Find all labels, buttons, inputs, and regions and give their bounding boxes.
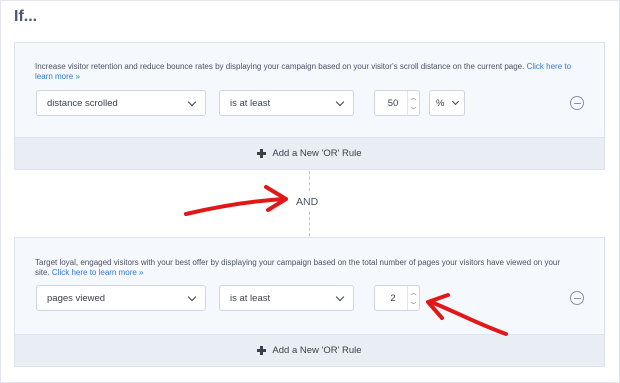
add-or-rule-button[interactable]: Add a New 'OR' Rule (15, 334, 604, 366)
condition-select[interactable]: distance scrolled (36, 90, 206, 116)
chevron-down-icon[interactable]: ﹀ (410, 300, 416, 309)
value-stepper[interactable]: 50 ︿ ﹀ (374, 90, 420, 116)
plus-icon (257, 346, 267, 355)
chevron-down-icon[interactable]: ﹀ (410, 105, 416, 114)
plus-icon (257, 149, 267, 158)
value-stepper[interactable]: 2 ︿ ﹀ (374, 285, 420, 311)
add-or-rule-button[interactable]: Add a New 'OR' Rule (15, 137, 604, 169)
connector-line (309, 212, 310, 236)
stepper-arrows[interactable]: ︿ ﹀ (407, 91, 419, 115)
condition-select[interactable]: pages viewed (36, 285, 206, 311)
and-connector-label: AND (296, 196, 319, 208)
operator-select[interactable]: is at least (219, 285, 354, 311)
chevron-up-icon[interactable]: ︿ (410, 93, 416, 102)
operator-select[interactable]: is at least (219, 90, 354, 116)
rule-description: Target loyal, engaged visitors with your… (35, 258, 561, 277)
chevron-down-icon (187, 292, 197, 301)
chevron-down-icon (335, 292, 345, 301)
stepper-arrows[interactable]: ︿ ﹀ (407, 286, 419, 310)
connector-line (309, 171, 310, 191)
learn-more-link[interactable]: Click here to learn more » (52, 268, 144, 277)
remove-rule-icon[interactable] (570, 96, 584, 110)
chevron-down-icon (187, 97, 197, 106)
rule-description: Increase visitor retention and reduce bo… (35, 62, 572, 81)
chevron-up-icon[interactable]: ︿ (410, 288, 416, 297)
rule-group-pages: Target loyal, engaged visitors with your… (14, 237, 605, 367)
page-title: If... (14, 8, 38, 25)
rule-group-scroll: Increase visitor retention and reduce bo… (14, 42, 605, 170)
remove-rule-icon[interactable] (570, 291, 584, 305)
chevron-down-icon (335, 97, 345, 106)
chevron-down-icon (451, 97, 460, 106)
unit-select[interactable]: % (429, 90, 465, 116)
